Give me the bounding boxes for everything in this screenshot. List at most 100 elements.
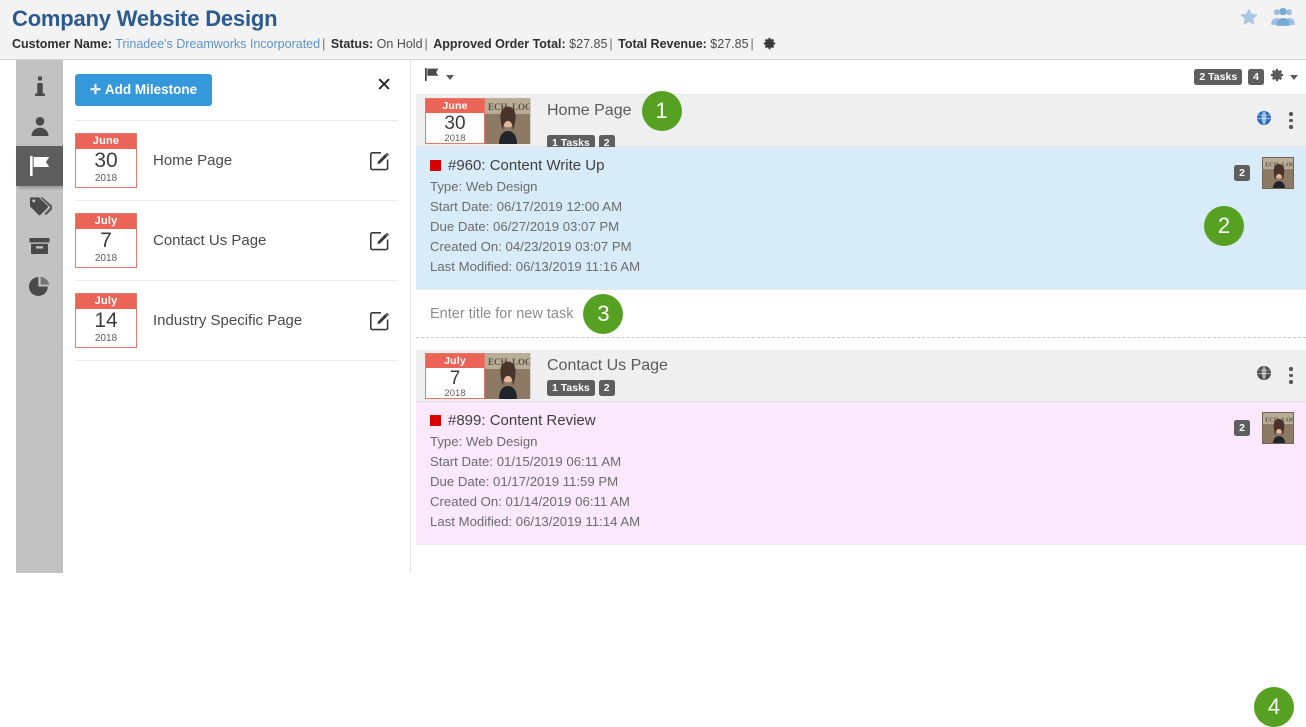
milestone-name: Contact Us Page (153, 232, 267, 249)
milestone-date-card: July 14 2018 (75, 293, 137, 348)
milestone-sidebar-panel: ✛Add Milestone ✕ June 30 2018 Home Page (63, 60, 411, 573)
tasks-count-badge: 2 Tasks (1194, 69, 1243, 85)
svg-text:LOG: LOG (512, 102, 531, 112)
milestone-group-header[interactable]: June 30 2018 ECH LOG Home Page 1 1 Tasks… (416, 90, 1306, 246)
milestone-name: Industry Specific Page (153, 312, 303, 329)
project-meta-line: Customer Name: Trinadee's Dreamworks Inc… (12, 36, 1294, 52)
milestone-month: July (426, 353, 484, 368)
kebab-menu-icon[interactable] (1286, 110, 1296, 131)
milestone-date-card: July 7 2018 (425, 352, 485, 399)
milestone-date-card: June 30 2018 (75, 133, 137, 188)
items-count-badge: 2 (598, 379, 615, 396)
sidebar-item-milestones[interactable] (16, 146, 63, 186)
milestone-date-card: July 7 2018 (75, 213, 137, 268)
new-task-row[interactable]: Enter title for new task 3 (416, 290, 1306, 338)
page-title: Company Website Design (12, 6, 278, 31)
milestone-group-info: Home Page 1 1 Tasks 2 (531, 90, 1256, 151)
star-icon[interactable] (1238, 6, 1260, 28)
milestone-year: 2018 (444, 132, 466, 144)
sidebar-item-tags[interactable] (16, 186, 63, 226)
task-title-row: #960: Content Write Up (430, 157, 1294, 174)
milestone-panel-toolbar: ✛ Add Milestone ✕ (75, 74, 398, 120)
milestone-group-title: Home Page (547, 101, 632, 119)
tasks-count-badge: 1 Tasks (547, 379, 595, 396)
list-item[interactable]: July 7 2018 Contact Us Page (75, 201, 398, 281)
milestone-day: 30 (444, 112, 466, 134)
edit-icon[interactable] (369, 310, 398, 331)
task-row[interactable]: #960: Content Write Up Type: Web Design … (416, 147, 1306, 290)
kebab-menu-icon[interactable] (1286, 365, 1296, 386)
status-label: Status: (330, 37, 374, 51)
new-task-placeholder-wrap: Enter title for new task 3 (430, 293, 624, 334)
close-icon[interactable]: ✕ (370, 74, 398, 97)
task-row-actions: 2 ECH LOG (1234, 412, 1294, 444)
task-title: #899: Content Review (448, 412, 596, 429)
milestone-group-info: Contact Us Page 1 Tasks 2 (531, 356, 1256, 396)
header-icon-group (1238, 6, 1296, 28)
edit-icon[interactable] (369, 150, 398, 171)
milestone-date-card: June 30 2018 (425, 97, 485, 144)
gear-icon[interactable] (763, 37, 776, 50)
attachment-count-badge: 2 (1234, 165, 1250, 181)
list-item[interactable]: July 14 2018 Industry Specific Page (75, 281, 398, 361)
meta-separator-2: | (424, 37, 428, 51)
milestone-year: 2018 (94, 173, 118, 184)
priority-square-icon (430, 415, 441, 426)
globe-icon[interactable] (1256, 110, 1272, 131)
left-icon-navbar (16, 60, 63, 573)
step-marker-3: 3 (583, 293, 624, 334)
meta-separator-1: | (322, 37, 326, 51)
task-last-modified: Last Modified: 06/13/2019 11:14 AM (430, 514, 641, 529)
task-title-row: #899: Content Review (430, 412, 1294, 429)
add-milestone-button[interactable]: ✛ Add Milestone (75, 74, 213, 106)
left-rail-spacer (0, 60, 16, 573)
avatar: ECH LOG (1262, 412, 1294, 444)
gear-icon[interactable] (1270, 68, 1284, 87)
total-revenue-value: $27.85 (710, 37, 749, 51)
milestone-group-title-row: Contact Us Page (547, 356, 1256, 376)
task-start-date: Start Date: 01/15/2019 06:11 AM (430, 454, 622, 469)
avatar: ECH LOG (485, 97, 531, 144)
milestone-group-actions (1256, 365, 1296, 386)
task-start-date: Start Date: 06/17/2019 12:00 AM (430, 199, 623, 214)
milestone-name: Home Page (153, 152, 233, 169)
list-item[interactable]: June 30 2018 Home Page (75, 121, 398, 201)
customer-name-label: Customer Name: (12, 37, 113, 51)
task-created-on: Created On: 01/14/2019 06:11 AM (430, 494, 630, 509)
sidebar-item-reports[interactable] (16, 266, 63, 306)
people-group-icon[interactable] (1270, 6, 1296, 28)
approved-order-total-value: $27.85 (569, 37, 608, 51)
task-due-date: Due Date: 01/17/2019 11:59 PM (430, 474, 619, 489)
task-due-date: Due Date: 06/27/2019 03:07 PM (430, 219, 620, 234)
sidebar-item-archive[interactable] (16, 226, 63, 266)
edit-icon[interactable] (369, 230, 398, 251)
milestone-month: July (76, 214, 136, 229)
task-main-panel: 2 Tasks 4 June 30 2018 ECH LOG Home Page… (411, 60, 1306, 727)
flag-icon (424, 67, 441, 87)
chevron-down-icon[interactable] (1290, 74, 1298, 80)
milestone-day: 7 (100, 229, 112, 252)
group-spacer (416, 338, 1306, 350)
task-row[interactable]: #899: Content Review Type: Web Design St… (416, 402, 1306, 545)
milestone-month: June (426, 98, 484, 113)
sidebar-item-info[interactable] (16, 66, 63, 106)
milestone-year: 2018 (444, 387, 466, 399)
step-marker-2: 2 (1204, 206, 1244, 246)
milestone-list: June 30 2018 Home Page July 7 2018 Conta… (75, 120, 398, 361)
add-milestone-label: Add Milestone (104, 82, 198, 97)
plus-icon: ✛ (90, 82, 101, 97)
milestone-day: 7 (449, 367, 461, 389)
customer-name-link[interactable]: Trinadee's Dreamworks Incorporated (115, 37, 320, 51)
milestone-day: 14 (94, 309, 118, 332)
new-task-input[interactable]: Enter title for new task (430, 306, 573, 322)
globe-icon[interactable] (1256, 365, 1272, 386)
milestone-group-badges: 1 Tasks 2 (547, 379, 1256, 396)
task-row-actions: 2 ECH LOG (1234, 157, 1294, 189)
meta-separator-4: | (750, 37, 754, 51)
milestone-group-header[interactable]: July 7 2018 ECH LOG Contact Us Page 1 Ta… (416, 350, 1306, 727)
flag-filter-dropdown[interactable] (424, 67, 454, 87)
svg-text:LOG: LOG (512, 357, 531, 367)
task-last-modified: Last Modified: 06/13/2019 11:16 AM (430, 259, 641, 274)
sidebar-item-contact[interactable] (16, 106, 63, 146)
body-layout: ✛Add Milestone ✕ June 30 2018 Home Page (0, 60, 1306, 727)
